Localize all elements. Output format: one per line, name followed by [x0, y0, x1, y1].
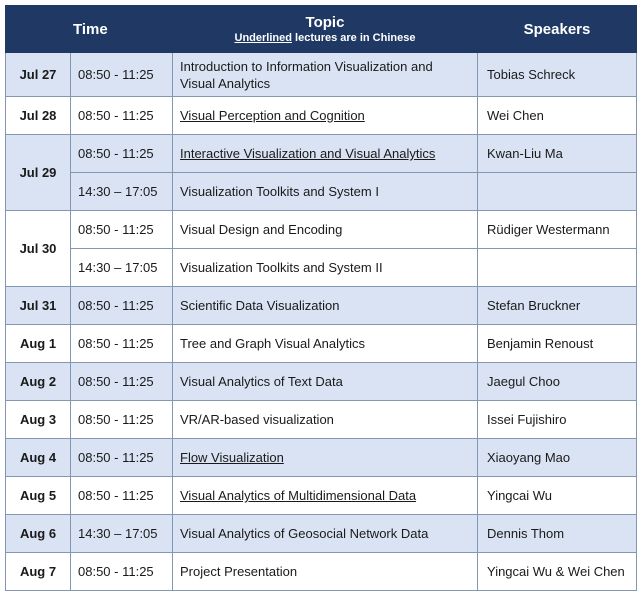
time-cell: 08:50 - 11:25: [70, 362, 173, 401]
time-cell: 14:30 – 17:05: [70, 248, 173, 287]
date-cell: Aug 4: [5, 438, 71, 477]
speaker-cell: [477, 248, 637, 287]
time-cell: 08:50 - 11:25: [70, 96, 173, 135]
topic-cell: Visual Perception and Cognition: [172, 96, 478, 135]
header-date-cell: [5, 5, 71, 53]
date-cell: Jul 27: [5, 52, 71, 97]
date-cell: Jul 30: [5, 210, 71, 287]
topic-text: Flow Visualization: [180, 450, 284, 465]
header-topic-note-underlined: Underlined: [234, 32, 292, 44]
date-cell: Jul 28: [5, 96, 71, 135]
time-cell: 08:50 - 11:25: [70, 134, 173, 173]
table-row: Aug 4 08:50 - 11:25 Flow Visualization X…: [5, 438, 637, 477]
topic-cell: Visualization Toolkits and System I: [172, 172, 478, 211]
date-cell: Jul 29: [5, 134, 71, 211]
topic-text: Visual Analytics of Multidimensional Dat…: [180, 488, 417, 503]
topic-cell: Visual Design and Encoding: [172, 210, 478, 249]
topic-cell: Interactive Visualization and Visual Ana…: [172, 134, 478, 173]
header-topic: Topic: [305, 14, 345, 31]
schedule-table: Time Topic Underlined lectures are in Ch…: [5, 5, 637, 591]
topic-cell: Introduction to Information Visualizatio…: [172, 52, 478, 97]
topic-text: Visual Perception and Cognition: [180, 108, 365, 123]
topic-cell: Scientific Data Visualization: [172, 286, 478, 325]
topic-cell: Visual Analytics of Text Data: [172, 362, 478, 401]
table-row: Jul 29 08:50 - 11:25 Interactive Visuali…: [5, 134, 637, 211]
speaker-cell: Wei Chen: [477, 96, 637, 135]
header-time: Time: [70, 5, 173, 53]
topic-cell: Tree and Graph Visual Analytics: [172, 324, 478, 363]
speaker-cell: Tobias Schreck: [477, 52, 637, 97]
speaker-cell: Rüdiger Westermann: [477, 210, 637, 249]
table-row: Aug 5 08:50 - 11:25 Visual Analytics of …: [5, 476, 637, 515]
time-cell: 14:30 – 17:05: [70, 514, 173, 553]
table-row: Aug 3 08:50 - 11:25 VR/AR-based visualiz…: [5, 400, 637, 439]
speaker-cell: Yingcai Wu: [477, 476, 637, 515]
speaker-cell: Issei Fujishiro: [477, 400, 637, 439]
date-cell: Aug 6: [5, 514, 71, 553]
time-cell: 08:50 - 11:25: [70, 324, 173, 363]
speaker-cell: Kwan-Liu Ma: [477, 134, 637, 173]
date-cell: Jul 31: [5, 286, 71, 325]
table-row: Aug 6 14:30 – 17:05 Visual Analytics of …: [5, 514, 637, 553]
table-row: 14:30 – 17:05 Visualization Toolkits and…: [6, 172, 637, 211]
table-row: 14:30 – 17:05 Visualization Toolkits and…: [6, 248, 637, 287]
time-cell: 08:50 - 11:25: [70, 438, 173, 477]
table-row: Jul 28 08:50 - 11:25 Visual Perception a…: [5, 96, 637, 135]
table-row: Aug 7 08:50 - 11:25 Project Presentation…: [5, 552, 637, 591]
header-row: Time Topic Underlined lectures are in Ch…: [5, 5, 637, 53]
time-cell: 08:50 - 11:25: [70, 286, 173, 325]
time-cell: 08:50 - 11:25: [70, 52, 173, 97]
header-speakers: Speakers: [477, 5, 637, 53]
header-topic-note: Underlined lectures are in Chinese: [174, 32, 476, 44]
date-cell: Aug 5: [5, 476, 71, 515]
date-cell: Aug 7: [5, 552, 71, 591]
topic-cell: Visual Analytics of Multidimensional Dat…: [172, 476, 478, 515]
topic-cell: Visualization Toolkits and System II: [172, 248, 478, 287]
speaker-cell: [477, 172, 637, 211]
topic-cell: Project Presentation: [172, 552, 478, 591]
time-cell: 08:50 - 11:25: [70, 552, 173, 591]
date-cell: Aug 3: [5, 400, 71, 439]
table-row: Aug 2 08:50 - 11:25 Visual Analytics of …: [5, 362, 637, 401]
date-cell: Aug 1: [5, 324, 71, 363]
speaker-cell: Jaegul Choo: [477, 362, 637, 401]
table-row: Jul 27 08:50 - 11:25 Introduction to Inf…: [5, 52, 637, 97]
time-cell: 14:30 – 17:05: [70, 172, 173, 211]
time-cell: 08:50 - 11:25: [70, 210, 173, 249]
table-row: Jul 30 08:50 - 11:25 Visual Design and E…: [5, 210, 637, 287]
table-row: Aug 1 08:50 - 11:25 Tree and Graph Visua…: [5, 324, 637, 363]
speaker-cell: Dennis Thom: [477, 514, 637, 553]
time-cell: 08:50 - 11:25: [70, 476, 173, 515]
schedule-container: Time Topic Underlined lectures are in Ch…: [5, 5, 637, 591]
speaker-cell: Xiaoyang Mao: [477, 438, 637, 477]
time-cell: 08:50 - 11:25: [70, 400, 173, 439]
date-cell: Aug 2: [5, 362, 71, 401]
topic-cell: Visual Analytics of Geosocial Network Da…: [172, 514, 478, 553]
topic-cell: VR/AR-based visualization: [172, 400, 478, 439]
table-row: Jul 31 08:50 - 11:25 Scientific Data Vis…: [5, 286, 637, 325]
speaker-cell: Yingcai Wu & Wei Chen: [477, 552, 637, 591]
topic-cell: Flow Visualization: [172, 438, 478, 477]
speaker-cell: Benjamin Renoust: [477, 324, 637, 363]
header-topic-note-rest: lectures are in Chinese: [291, 32, 416, 44]
topic-text: Interactive Visualization and Visual Ana…: [180, 146, 436, 161]
speaker-cell: Stefan Bruckner: [477, 286, 637, 325]
header-topic-cell: Topic Underlined lectures are in Chinese: [172, 5, 478, 53]
